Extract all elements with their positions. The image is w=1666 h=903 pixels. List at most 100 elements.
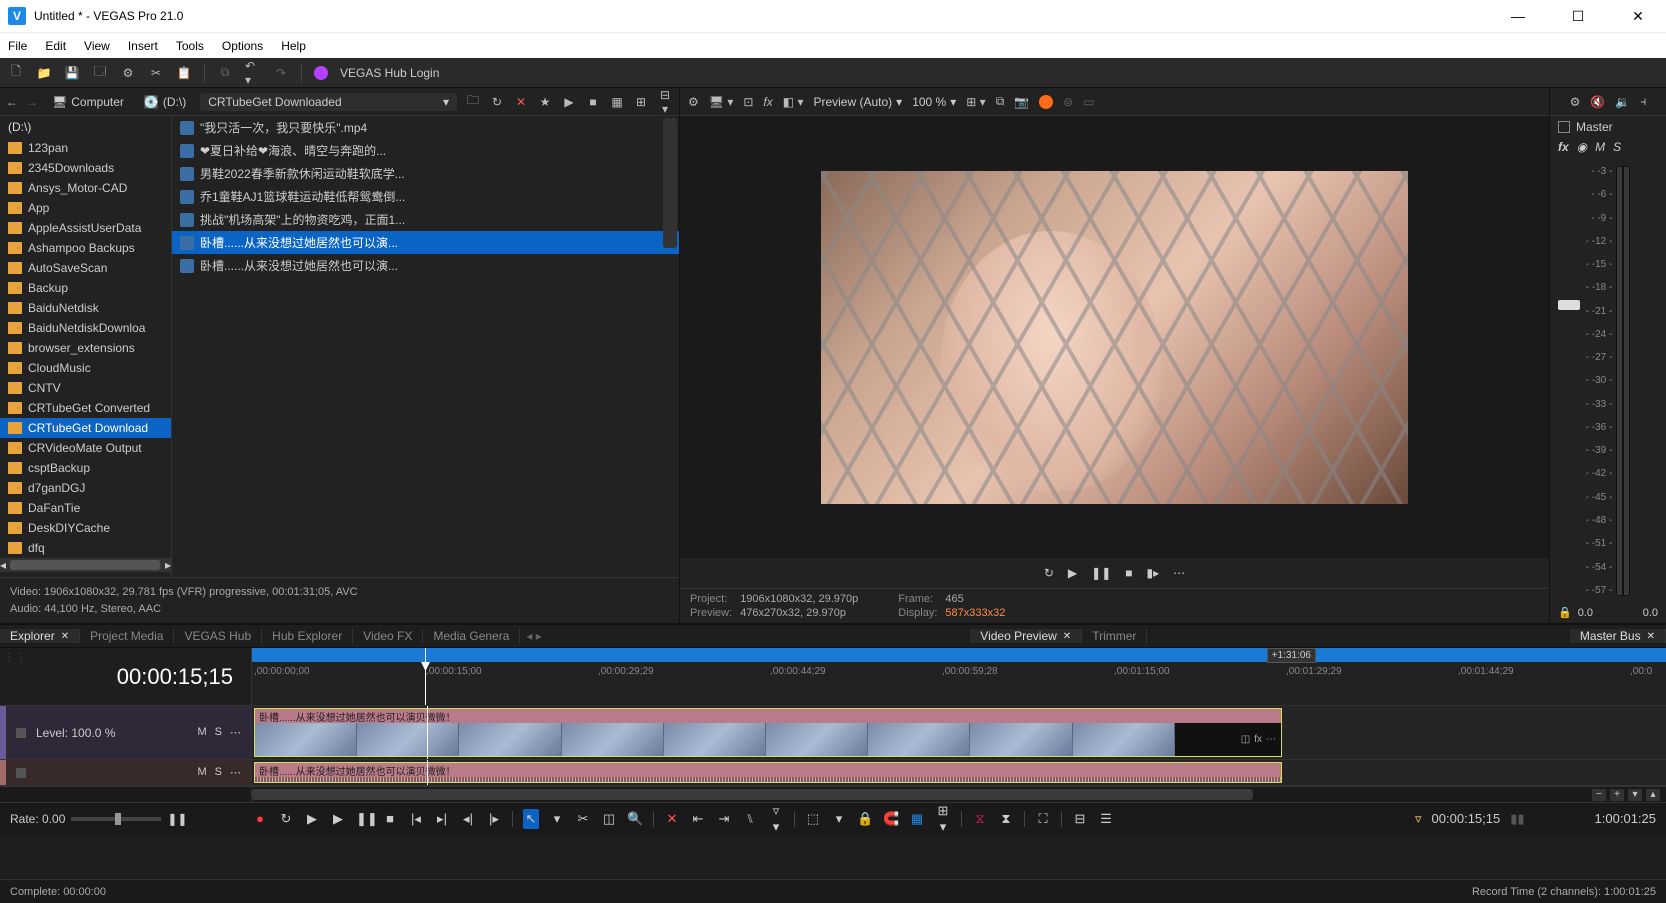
drive-button[interactable]: 💽 (D:\) — [138, 93, 192, 111]
folder-item[interactable]: Backup — [0, 278, 171, 298]
folder-item[interactable]: Ashampoo Backups — [0, 238, 171, 258]
file-item[interactable]: ❤夏日补给❤海浪、晴空与奔跑的... — [172, 139, 679, 162]
menu-tools[interactable]: Tools — [176, 39, 204, 53]
track-m-button[interactable]: M — [197, 766, 206, 779]
save-icon[interactable]: 💾 — [64, 65, 80, 81]
minimize-button[interactable]: — — [1498, 8, 1538, 25]
file-item[interactable]: 男鞋2022春季新款休闲运动鞋软底学... — [172, 162, 679, 185]
split-tool-button[interactable]: ✂ — [575, 811, 591, 827]
mixer-mute-icon[interactable]: 🔇 — [1590, 95, 1605, 109]
track-s-button[interactable]: S — [215, 726, 222, 739]
tab-close-icon[interactable]: ✕ — [1063, 631, 1071, 642]
preview-quality-dropdown[interactable]: Preview (Auto) ▾ — [813, 95, 902, 109]
marker-icon[interactable]: ▿ — [1415, 811, 1422, 827]
view-icon[interactable]: ⊞ — [633, 95, 649, 109]
cut-icon[interactable]: ✂ — [148, 65, 164, 81]
trim-end-button[interactable]: ⇥ — [716, 811, 732, 827]
view2-icon[interactable]: ⊟ ▾ — [657, 88, 673, 116]
computer-button[interactable]: 🖥 Computer — [46, 93, 130, 111]
record-button[interactable]: ● — [252, 811, 268, 826]
stop-button[interactable]: ■ — [382, 811, 398, 826]
folder-item[interactable]: browser_extensions — [0, 338, 171, 358]
delete-icon[interactable]: ✕ — [513, 95, 529, 109]
zoom-v-plus-button[interactable]: ▴ — [1646, 789, 1660, 801]
prev-settings-icon[interactable]: ⚙ — [688, 95, 699, 109]
play-icon[interactable]: ▶ — [561, 95, 577, 109]
folder-item[interactable]: dfq — [0, 538, 171, 558]
folder-item[interactable]: CRTubeGet Download — [0, 418, 171, 438]
ripple-dd-icon[interactable]: ▾ — [831, 811, 847, 827]
folder-hscroll[interactable]: ◂▸ — [0, 558, 171, 572]
paste-icon[interactable]: 📋 — [176, 65, 192, 81]
tab-master-bus[interactable]: Master Bus✕ — [1570, 629, 1666, 643]
prev-split-icon[interactable]: ◧ ▾ — [783, 95, 804, 109]
marker-button[interactable]: ▿ ▾ — [768, 803, 784, 835]
mixer-dim-icon[interactable]: 🔉 — [1615, 95, 1630, 109]
loop-end-marker[interactable]: +1:31:06 — [1267, 648, 1316, 663]
file-item[interactable]: 卧槽......从来没想过她居然也可以演... — [172, 231, 679, 254]
menu-view[interactable]: View — [84, 39, 110, 53]
folder-item[interactable]: CloudMusic — [0, 358, 171, 378]
prev-overlay-icon[interactable]: ⧉ — [996, 94, 1005, 109]
auto-crossfade-button[interactable]: ⧗ — [998, 811, 1014, 827]
prev-record-icon[interactable] — [1039, 95, 1053, 109]
folder-item[interactable]: csptBackup — [0, 458, 171, 478]
prev-pause-icon[interactable]: ❚❚ — [1091, 566, 1111, 580]
folder-item[interactable]: CRTubeGet Converted — [0, 398, 171, 418]
folder-item[interactable]: App — [0, 198, 171, 218]
zoom-minus-button[interactable]: − — [1592, 789, 1606, 801]
copy-icon[interactable]: ⧉ — [217, 65, 233, 81]
fader-handle[interactable] — [1558, 300, 1580, 310]
mixer-sliders-icon[interactable]: ⫞ — [1640, 94, 1646, 109]
snap-grid-button[interactable]: ▦ — [909, 811, 925, 827]
video-lane[interactable]: 卧槽......从来没想过她居然也可以演贝微微！ ◫ fx ⋯ — [252, 706, 1666, 760]
timeline-hscroll[interactable]: − + ▾ ▴ — [0, 786, 1666, 802]
stop-icon[interactable]: ■ — [585, 95, 601, 109]
snap-button[interactable]: 🧲 — [883, 811, 899, 827]
auto-preview-icon[interactable]: ▦ — [609, 95, 625, 109]
prev-play-icon[interactable]: ▶ — [1068, 566, 1077, 580]
prev-output-icon[interactable]: ⊡ — [743, 95, 753, 109]
play-start-button[interactable]: ▶ — [304, 811, 320, 827]
new-folder-icon[interactable]: 🗀 — [465, 91, 481, 112]
tab-trimmer[interactable]: Trimmer — [1082, 629, 1147, 643]
prev-frame-button[interactable]: ◂| — [460, 811, 476, 827]
prev-clip-icon[interactable]: ▭ — [1083, 95, 1094, 109]
prev-more-icon[interactable]: ⋯ — [1173, 566, 1185, 580]
rate-slider[interactable] — [71, 817, 161, 821]
folder-item[interactable]: CNTV — [0, 378, 171, 398]
tab-project-media[interactable]: Project Media — [80, 629, 174, 643]
path-dropdown[interactable]: CRTubeGet Downloaded ▾ — [200, 93, 457, 111]
ignore-group-button[interactable]: ⊟ — [1072, 811, 1088, 827]
pause-button[interactable]: ❚❚ — [356, 811, 372, 827]
expand-button[interactable]: ⛶ — [1035, 811, 1051, 827]
prev-external-icon[interactable]: 🖥 ▾ — [709, 95, 734, 109]
timecode-display[interactable]: ⋮⋮ 00:00:15;15 — [0, 648, 252, 705]
auto-ripple-button[interactable]: ⬚ — [805, 811, 821, 827]
redo-icon[interactable]: ↷ — [273, 65, 289, 81]
audio-lane[interactable]: 卧槽......从来没想过她居然也可以演贝微微！ — [252, 760, 1666, 786]
maximize-button[interactable]: ☐ — [1558, 8, 1598, 25]
folder-item[interactable]: 123pan — [0, 138, 171, 158]
menu-options[interactable]: Options — [222, 39, 263, 53]
file-item[interactable]: 乔1童鞋AJ1篮球鞋运动鞋低帮鸳鸯倒... — [172, 185, 679, 208]
select-tool-button[interactable]: ◫ — [601, 811, 617, 827]
hub-login-button[interactable]: VEGAS Hub Login — [340, 66, 439, 80]
mixer-settings-icon[interactable]: ⚙ — [1570, 95, 1581, 109]
timeline-ruler[interactable]: +1:31:06 ,00:00:00;00,00:00:15;00,00:00:… — [252, 648, 1666, 705]
prev-snapshot-icon[interactable]: 📷 — [1014, 95, 1029, 109]
zoom-v-minus-button[interactable]: ▾ — [1628, 789, 1642, 801]
file-list[interactable]: "我只活一次，我只要快乐".mp4❤夏日补给❤海浪、晴空与奔跑的...男鞋202… — [172, 116, 679, 577]
menu-help[interactable]: Help — [281, 39, 306, 53]
prev-stop-icon[interactable]: ■ — [1125, 566, 1132, 580]
mixer-s-button[interactable]: S — [1613, 140, 1621, 154]
folder-item[interactable]: Ansys_Motor-CAD — [0, 178, 171, 198]
tab-media-genera[interactable]: Media Genera — [423, 629, 520, 643]
rate-pause-icon[interactable]: ❚❚ — [167, 812, 187, 826]
prev-loop-icon[interactable]: ↻ — [1044, 566, 1054, 580]
clip-crop-icon[interactable]: ◫ — [1241, 734, 1250, 745]
folder-item[interactable]: d7ganDGJ — [0, 478, 171, 498]
render-icon[interactable]: 🗔 — [92, 65, 108, 81]
folder-item[interactable]: 2345Downloads — [0, 158, 171, 178]
favorite-icon[interactable]: ★ — [537, 95, 553, 109]
